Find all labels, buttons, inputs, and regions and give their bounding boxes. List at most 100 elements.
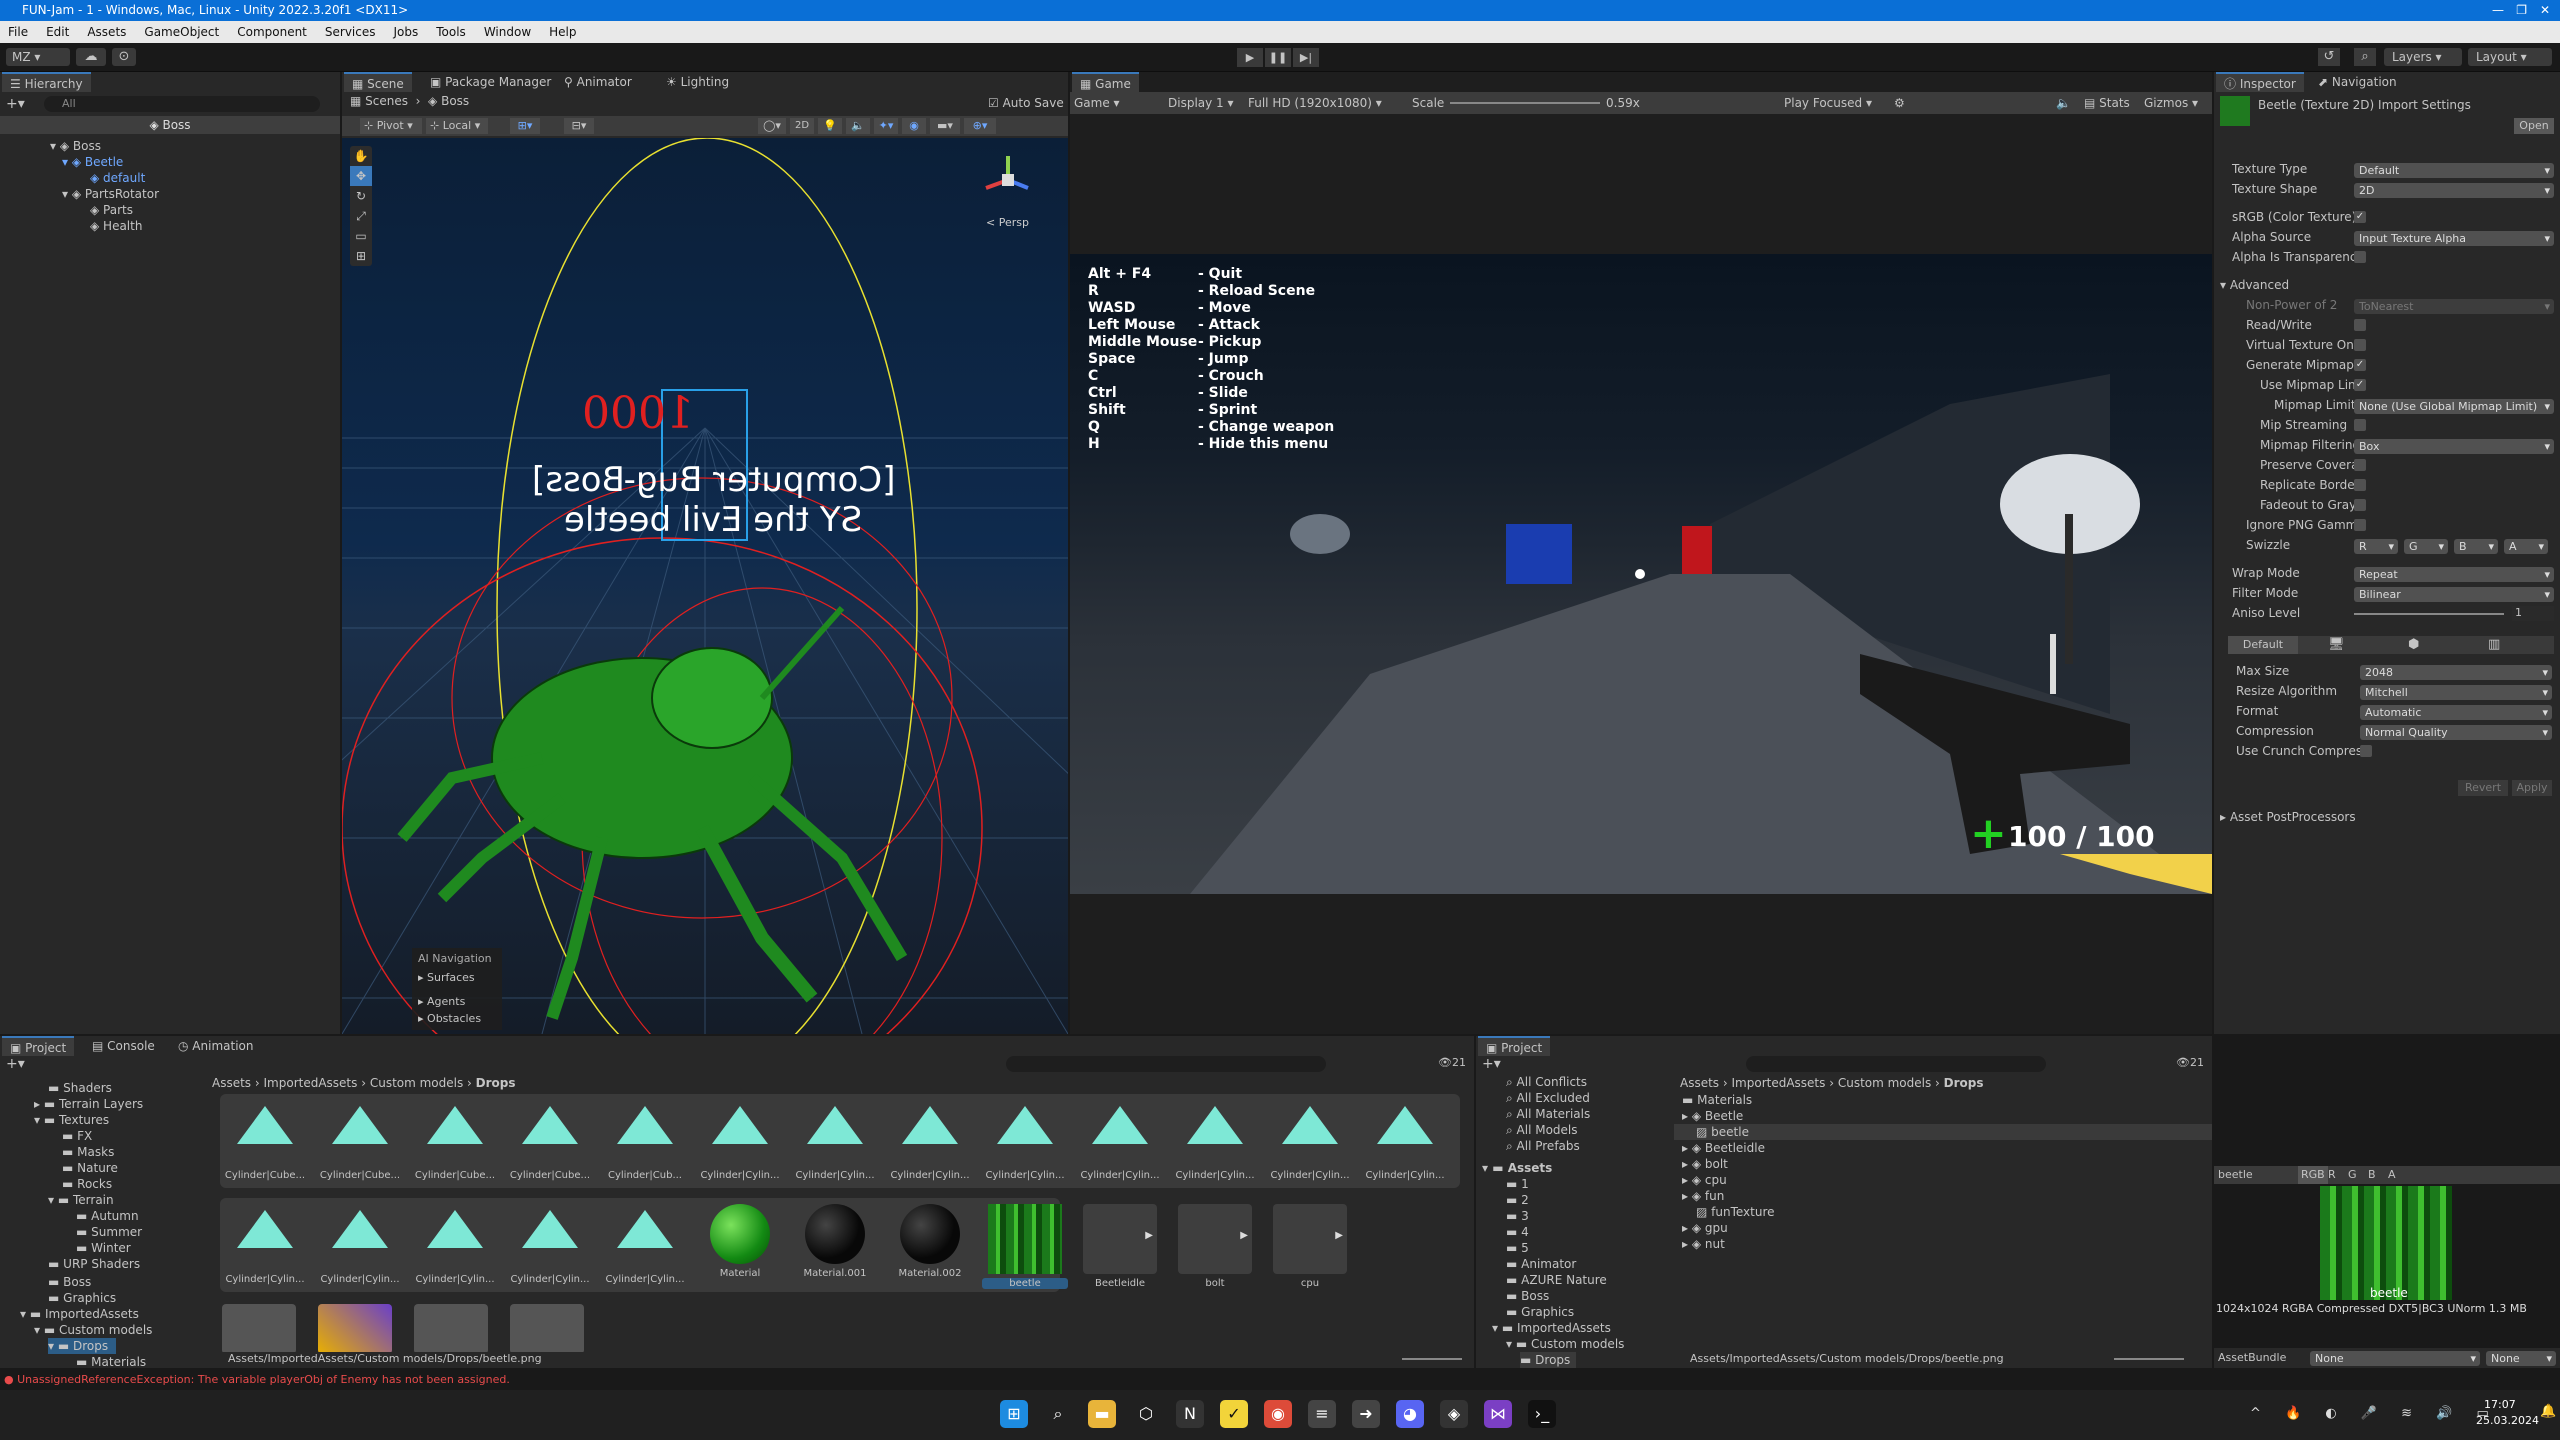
list-item[interactable]: ▸ ◈ Beetle: [1682, 1108, 1743, 1124]
cloud-icon[interactable]: ☁: [76, 48, 106, 66]
fadeout-checkbox[interactable]: [2354, 499, 2366, 511]
asset-item[interactable]: Cylinder|Cylin...: [1267, 1100, 1353, 1181]
tray-icons[interactable]: ^ 🔥 ◐ 🎤 ≋ 🔊 ▭: [2250, 1406, 2499, 1421]
asset-item[interactable]: Cylinder|Cylin...: [222, 1204, 308, 1285]
menu-help[interactable]: Help: [549, 21, 576, 43]
asset-item[interactable]: beetle: [982, 1204, 1068, 1289]
rotate-tool-icon[interactable]: ↻: [350, 186, 372, 206]
swizzle-g[interactable]: G: [2404, 539, 2448, 554]
folder-item[interactable]: ▬ Animator: [1506, 1256, 1576, 1272]
crumb2-imported[interactable]: ImportedAssets: [1732, 1076, 1826, 1090]
folder-item[interactable]: ▬ 5: [1506, 1240, 1529, 1256]
search-icon[interactable]: ⌕: [2354, 48, 2376, 66]
swizzle-b[interactable]: B: [2454, 539, 2498, 554]
play-button[interactable]: ▶: [1237, 48, 1263, 67]
favorite-item[interactable]: ⌕ All Materials: [1506, 1106, 1590, 1122]
breadcrumb-boss[interactable]: Boss: [441, 94, 469, 108]
toggle-2d-button[interactable]: 2D: [790, 118, 814, 134]
favorite-item[interactable]: ⌕ All Prefabs: [1506, 1138, 1580, 1154]
tab-console[interactable]: ▤ Console: [84, 1036, 163, 1056]
read-write-checkbox[interactable]: [2354, 319, 2366, 331]
ignore-png-gamma-checkbox[interactable]: [2354, 519, 2366, 531]
folder-item[interactable]: ▬ URP Shaders: [48, 1256, 140, 1272]
folder-item[interactable]: ▬ Rocks: [62, 1176, 112, 1192]
asset-thumbnail[interactable]: [414, 1304, 488, 1352]
folder-item[interactable]: ▬ Drops: [1520, 1352, 1577, 1368]
scale-slider[interactable]: [1450, 102, 1600, 104]
revert-button[interactable]: Revert: [2458, 780, 2508, 796]
assets-root[interactable]: ▾ ▬ Assets: [1482, 1160, 1552, 1176]
folder-item[interactable]: ▬ 1: [1506, 1176, 1529, 1192]
apply-button[interactable]: Apply: [2512, 780, 2552, 796]
project-add-button[interactable]: +▾: [6, 1056, 25, 1072]
breadcrumb-scenes[interactable]: Scenes: [365, 94, 408, 108]
notes-icon[interactable]: ✓: [1220, 1400, 1248, 1428]
folder-item[interactable]: ▬ 3: [1506, 1208, 1529, 1224]
visual-studio-icon[interactable]: ⋈: [1484, 1400, 1512, 1428]
list-item[interactable]: ▨ funTexture: [1696, 1204, 1775, 1220]
folder-item[interactable]: ▬ Masks: [62, 1144, 114, 1160]
settings-icon[interactable]: ⚙: [1894, 92, 1905, 114]
menu-edit[interactable]: Edit: [46, 21, 69, 43]
asset-item[interactable]: Cylinder|Cube...: [317, 1100, 403, 1181]
menu-window[interactable]: Window: [484, 21, 531, 43]
tab-lighting[interactable]: ☀ Lighting: [658, 72, 738, 92]
local-dropdown[interactable]: ⊹ Local ▾: [426, 118, 488, 134]
favorite-item[interactable]: ⌕ All Models: [1506, 1122, 1578, 1138]
hierarchy-item[interactable]: ▾ ◈ Boss: [50, 138, 101, 154]
clock-date[interactable]: 25.03.2024: [2476, 1414, 2539, 1427]
mute-icon[interactable]: 🔈: [2056, 92, 2071, 114]
tab-animator[interactable]: ⚲ Animator: [556, 72, 640, 92]
project2-search-input[interactable]: [1746, 1056, 2046, 1072]
hierarchy-search-input[interactable]: All: [44, 96, 320, 112]
chrome-icon[interactable]: ◉: [1264, 1400, 1292, 1428]
list-item[interactable]: ▸ ◈ cpu: [1682, 1172, 1727, 1188]
search-taskbar-icon[interactable]: ⌕: [1044, 1400, 1072, 1428]
game-mode-dropdown[interactable]: Game ▾: [1074, 92, 1120, 114]
asset-thumbnail[interactable]: [222, 1304, 296, 1352]
scene-viewport[interactable]: 1000 [Computer Bug-Boss] SY the Evil bee…: [342, 138, 1068, 1034]
pause-button[interactable]: ❚❚: [1265, 48, 1291, 67]
explorer-icon[interactable]: ▬: [1088, 1400, 1116, 1428]
format-dropdown[interactable]: Automatic: [2360, 705, 2552, 720]
crumb2-drops[interactable]: Drops: [1944, 1076, 1984, 1090]
folder-item[interactable]: ▬ FX: [62, 1128, 92, 1144]
effects-toggle-icon[interactable]: ✦▾: [874, 118, 898, 134]
compression-dropdown[interactable]: Normal Quality: [2360, 725, 2552, 740]
favorite-item[interactable]: ⌕ All Conflicts: [1506, 1074, 1587, 1090]
crumb2-custom[interactable]: Custom models: [1838, 1076, 1931, 1090]
list-item-selected[interactable]: ▨ beetle: [1674, 1124, 2212, 1140]
folder-item[interactable]: ▬ Winter: [76, 1240, 131, 1256]
hierarchy-item[interactable]: ◈ Health: [90, 218, 142, 234]
unity-icon[interactable]: ◈: [1440, 1400, 1468, 1428]
folder-item[interactable]: ▸ ▬ Terrain Layers: [34, 1096, 143, 1112]
folder-item[interactable]: ▬ Boss: [48, 1274, 91, 1290]
replicate-border-checkbox[interactable]: [2354, 479, 2366, 491]
step-button[interactable]: ▶|: [1293, 48, 1319, 67]
crumb-custom[interactable]: Custom models: [370, 1076, 463, 1090]
wrap-mode-dropdown[interactable]: Repeat: [2354, 567, 2554, 582]
alpha-transparency-checkbox[interactable]: [2354, 251, 2366, 263]
asset-item[interactable]: Cylinder|Cylin...: [507, 1204, 593, 1285]
swizzle-a[interactable]: A: [2504, 539, 2548, 554]
menu-jobs[interactable]: Jobs: [394, 21, 419, 43]
tab-inspector[interactable]: ⓘ Inspector: [2216, 72, 2304, 92]
asset-item[interactable]: Cylinder|Cube...: [507, 1100, 593, 1181]
draw-mode-icon[interactable]: ◯▾: [758, 118, 786, 134]
menu-file[interactable]: File: [8, 21, 28, 43]
asset-item[interactable]: Cylinder|Cub...: [602, 1100, 688, 1181]
assetbundle-variant-dropdown[interactable]: None: [2486, 1351, 2556, 1366]
folder-item[interactable]: ▬ 2: [1506, 1192, 1529, 1208]
hierarchy-item[interactable]: ◈ Parts: [90, 202, 133, 218]
folder-item[interactable]: ▬ AZURE Nature: [1506, 1272, 1607, 1288]
mipmap-limit-dropdown[interactable]: None (Use Global Mipmap Limit): [2354, 399, 2554, 414]
notion-icon[interactable]: N: [1176, 1400, 1204, 1428]
folder-item[interactable]: ▬ Shaders: [48, 1080, 112, 1096]
hierarchy-item[interactable]: ▾ ◈ Beetle: [62, 154, 123, 170]
folder-item[interactable]: ▬ Graphics: [1506, 1304, 1574, 1320]
asset-item[interactable]: Material: [697, 1204, 783, 1279]
crumb-assets[interactable]: Assets: [212, 1076, 251, 1090]
hand-tool-icon[interactable]: ✋: [350, 146, 372, 166]
use-mipmap-limits-checkbox[interactable]: ✓: [2354, 379, 2366, 391]
nav-agents[interactable]: ▸ Agents: [418, 990, 496, 1014]
